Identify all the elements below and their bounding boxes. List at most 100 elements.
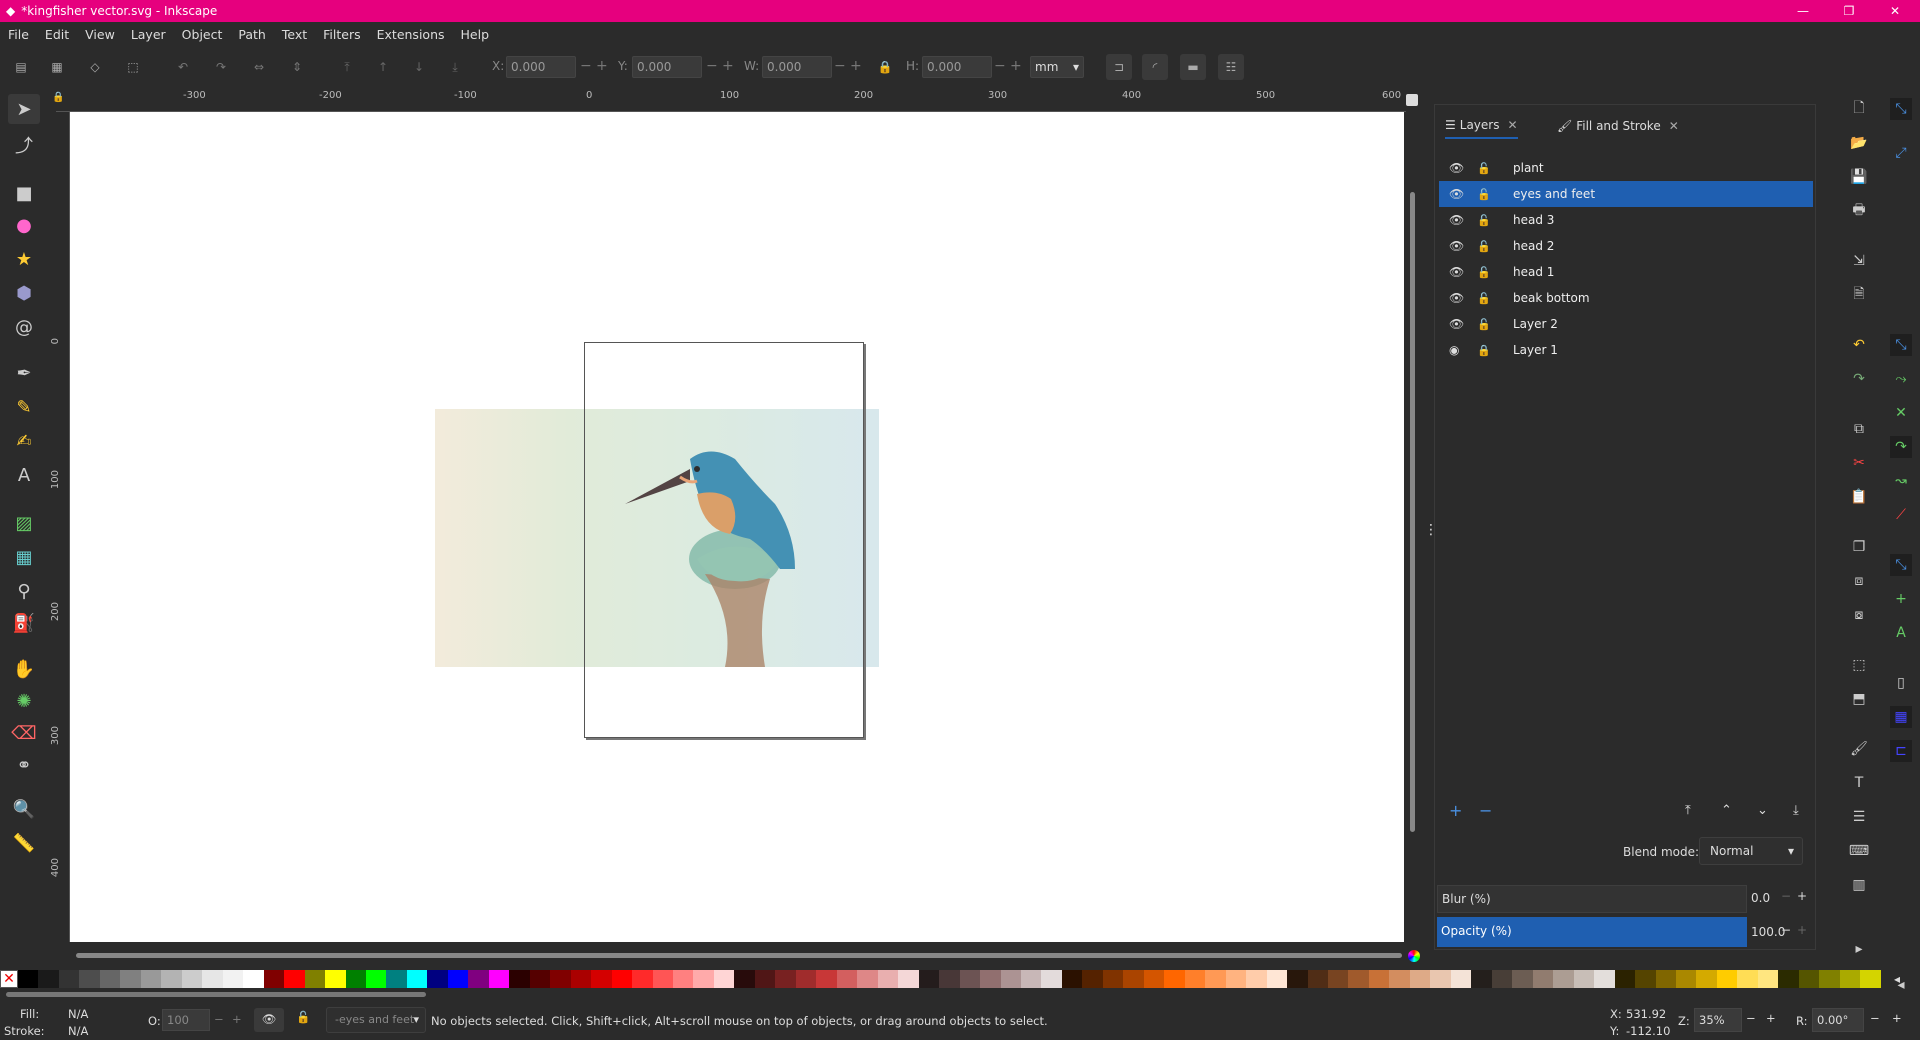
color-swatch[interactable] <box>18 970 39 988</box>
eye-icon[interactable]: 👁 <box>1449 291 1464 305</box>
blur-decrement[interactable]: − <box>1781 889 1791 903</box>
w-decrement[interactable]: − <box>834 58 846 74</box>
color-swatch[interactable] <box>386 970 407 988</box>
color-swatch[interactable] <box>79 970 100 988</box>
text-dialog-icon[interactable]: T <box>1848 772 1870 794</box>
color-swatch[interactable] <box>325 970 346 988</box>
color-swatch[interactable] <box>529 970 551 988</box>
raise-icon[interactable]: ↑ <box>370 54 396 80</box>
lock-icon[interactable]: 🔓 <box>1477 188 1491 201</box>
snap-cusp-icon[interactable]: ↷ <box>1890 436 1912 458</box>
rectangle-tool-icon[interactable]: ■ <box>8 178 40 208</box>
raise-to-top-icon[interactable]: ⤒ <box>334 54 360 80</box>
layer-row[interactable]: 👁 🔓 eyes and feet <box>1439 181 1813 207</box>
color-swatch[interactable] <box>877 970 899 988</box>
color-swatch[interactable] <box>427 970 448 988</box>
color-swatch[interactable] <box>1696 970 1717 988</box>
lock-ratio-icon[interactable]: 🔒 <box>872 54 898 80</box>
ungroup-icon[interactable]: ⬒ <box>1848 688 1870 710</box>
h-decrement[interactable]: − <box>994 58 1006 74</box>
layer-row[interactable]: ◉ 🔒 Layer 1 <box>1439 337 1813 363</box>
layer-row[interactable]: 👁 🔓 head 2 <box>1439 233 1813 259</box>
zoom-tool-icon[interactable]: 🔍 <box>8 794 40 824</box>
color-swatch[interactable] <box>365 970 387 988</box>
maximize-button[interactable]: ❐ <box>1828 0 1870 22</box>
eye-icon[interactable]: 👁 <box>1449 317 1464 331</box>
color-swatch[interactable] <box>898 970 919 988</box>
color-swatch[interactable] <box>1143 970 1165 988</box>
measure-tool-icon[interactable]: 📏 <box>8 828 40 858</box>
export-icon[interactable]: 🗎 <box>1848 284 1870 306</box>
add-layer-button[interactable]: + <box>1449 801 1462 820</box>
unit-select[interactable]: mm ▾ <box>1030 56 1084 78</box>
color-swatch[interactable] <box>1225 970 1247 988</box>
zoom-in-button[interactable]: + <box>1766 1011 1776 1025</box>
raise-layer-to-top-icon[interactable]: ⤒ <box>1685 803 1691 818</box>
color-swatch[interactable] <box>673 970 694 988</box>
color-swatch[interactable] <box>591 970 612 988</box>
color-swatch[interactable] <box>1860 970 1881 988</box>
snap-page-icon[interactable]: ▯ <box>1890 672 1912 694</box>
blur-increment[interactable]: + <box>1797 889 1807 903</box>
opacity-increment[interactable]: + <box>232 1012 242 1026</box>
color-swatch[interactable] <box>795 970 817 988</box>
print-icon[interactable]: 🖶 <box>1848 200 1870 222</box>
menu-object[interactable]: Object <box>182 27 223 42</box>
eye-icon[interactable]: 👁 <box>1449 213 1464 227</box>
palette-scrollbar[interactable] <box>6 992 426 997</box>
color-swatch[interactable] <box>1450 970 1472 988</box>
color-swatch[interactable] <box>1184 970 1206 988</box>
color-swatch[interactable] <box>99 970 121 988</box>
color-swatch[interactable] <box>713 970 735 988</box>
align-dialog-icon[interactable]: ▥ <box>1848 874 1870 896</box>
color-swatch[interactable] <box>939 970 960 988</box>
y-field[interactable]: 0.000 <box>632 56 702 78</box>
ellipse-tool-icon[interactable]: ● <box>8 210 40 240</box>
color-swatch[interactable] <box>1123 970 1144 988</box>
color-swatch[interactable] <box>734 970 755 988</box>
color-swatch[interactable] <box>1532 970 1554 988</box>
color-swatch[interactable] <box>1409 970 1431 988</box>
color-swatch[interactable] <box>509 970 530 988</box>
color-swatch[interactable] <box>1328 970 1349 988</box>
w-field[interactable]: 0.000 <box>762 56 832 78</box>
menu-edit[interactable]: Edit <box>45 27 69 42</box>
rotate-ccw-button[interactable]: − <box>1870 1011 1880 1025</box>
color-swatch[interactable] <box>1102 970 1124 988</box>
spray-tool-icon[interactable]: ✺ <box>8 686 40 716</box>
current-layer-select[interactable]: -eyes and feet ▾ <box>326 1007 426 1033</box>
flip-vertical-icon[interactable]: ⇕ <box>284 54 310 80</box>
layers-dialog-icon[interactable]: ☰ <box>1848 806 1870 828</box>
cut-icon[interactable]: ✂ <box>1848 452 1870 474</box>
lock-icon[interactable]: 🔓 <box>1477 240 1491 253</box>
close-tab-icon[interactable]: ✕ <box>1669 119 1679 133</box>
save-icon[interactable]: 💾 <box>1848 166 1870 188</box>
eye-icon[interactable]: 👁 <box>1449 265 1464 279</box>
paint-bucket-tool-icon[interactable]: ⛽ <box>8 608 40 638</box>
lock-icon[interactable]: 🔓 <box>1477 162 1491 175</box>
redo-icon[interactable]: ↷ <box>1848 368 1870 390</box>
snap-guide-icon[interactable]: ⊏ <box>1890 740 1912 762</box>
eye-icon[interactable]: ◉ <box>1449 343 1459 357</box>
color-swatch[interactable] <box>1655 970 1676 988</box>
color-swatch[interactable] <box>1798 970 1820 988</box>
color-swatch[interactable] <box>1819 970 1840 988</box>
color-swatch[interactable] <box>1205 970 1226 988</box>
color-swatch[interactable] <box>161 970 182 988</box>
color-swatch[interactable] <box>980 970 1001 988</box>
h-field[interactable]: 0.000 <box>922 56 992 78</box>
color-swatch[interactable] <box>38 970 59 988</box>
spiral-tool-icon[interactable]: @ <box>8 312 40 342</box>
color-swatch[interactable] <box>447 970 469 988</box>
lock-icon[interactable]: 🔓 <box>1477 292 1491 305</box>
paste-icon[interactable]: 📋 <box>1848 486 1870 508</box>
transform-handles-icon[interactable]: ⬚ <box>120 54 146 80</box>
layer-row[interactable]: 👁 🔓 Layer 2 <box>1439 311 1813 337</box>
move-patterns-icon[interactable]: ☷ <box>1218 54 1244 80</box>
color-swatch[interactable] <box>345 970 366 988</box>
lock-icon[interactable]: 🔒 <box>1477 344 1491 357</box>
lower-layer-to-bottom-icon[interactable]: ⤓ <box>1793 803 1799 818</box>
color-swatch[interactable] <box>1041 970 1062 988</box>
eye-icon[interactable]: 👁 <box>1449 239 1464 253</box>
opacity-field[interactable]: Opacity (%) <box>1437 917 1747 947</box>
